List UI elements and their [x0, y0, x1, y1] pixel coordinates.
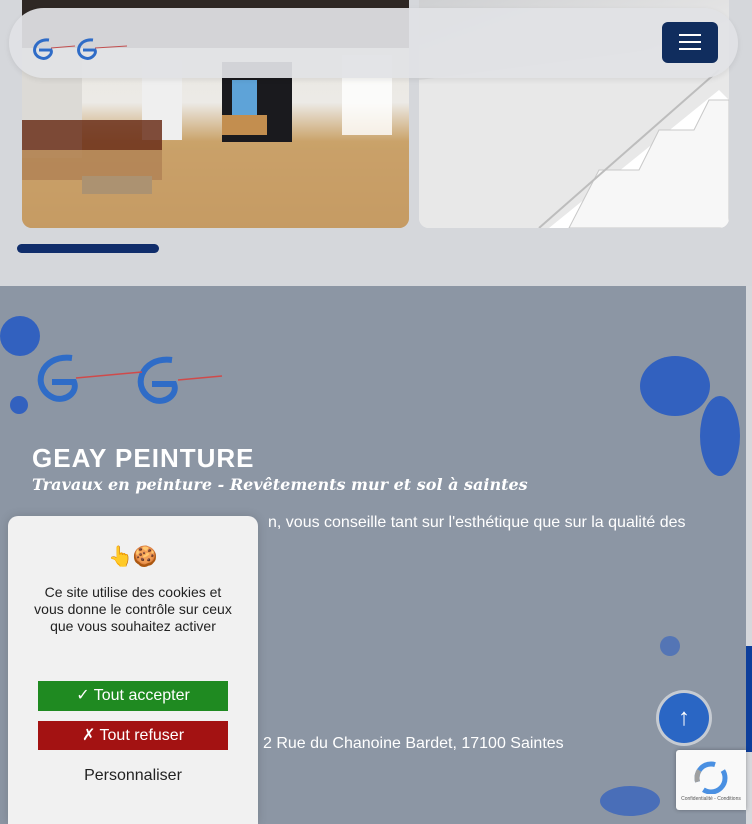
side-accent-bar	[746, 646, 752, 752]
cookie-message: Ce site utilise des cookies et vous donn…	[34, 584, 232, 634]
recaptcha-privacy-terms[interactable]: Confidentialité - Conditions	[676, 796, 746, 802]
company-tagline: Travaux en peinture - Revêtements mur et…	[32, 475, 528, 494]
footer-logo	[32, 352, 227, 414]
company-name: GEAY PEINTURE	[32, 443, 255, 473]
site-logo[interactable]	[31, 36, 131, 66]
paint-splash-decoration	[0, 316, 40, 356]
paint-splash-decoration	[640, 356, 710, 416]
cookie-icon: 👆🍪	[108, 546, 158, 568]
recaptcha-icon	[694, 761, 728, 795]
paint-splash-decoration	[700, 396, 740, 476]
paint-splash-decoration	[10, 396, 28, 414]
slider-pagination-bar[interactable]	[17, 244, 159, 253]
paint-splash-decoration	[600, 786, 660, 816]
menu-toggle-button[interactable]	[662, 22, 718, 63]
cookie-banner: 👆🍪 Ce site utilise des cookies et vous d…	[8, 516, 258, 824]
company-address: 2 Rue du Chanoine Bardet, 17100 Saintes	[263, 735, 564, 752]
navbar	[9, 8, 738, 78]
company-description: n, vous conseille tant sur l'esthétique …	[268, 514, 686, 531]
refuse-all-button[interactable]: ✗ Tout refuser	[38, 721, 228, 750]
customize-button[interactable]: Personnaliser	[8, 767, 258, 785]
paint-splash-decoration	[660, 636, 680, 656]
recaptcha-badge[interactable]: Confidentialité - Conditions	[676, 750, 746, 810]
accept-all-button[interactable]: ✓ Tout accepter	[38, 681, 228, 711]
scroll-to-top-button[interactable]: ↑	[659, 693, 709, 743]
arrow-up-icon: ↑	[678, 704, 690, 731]
